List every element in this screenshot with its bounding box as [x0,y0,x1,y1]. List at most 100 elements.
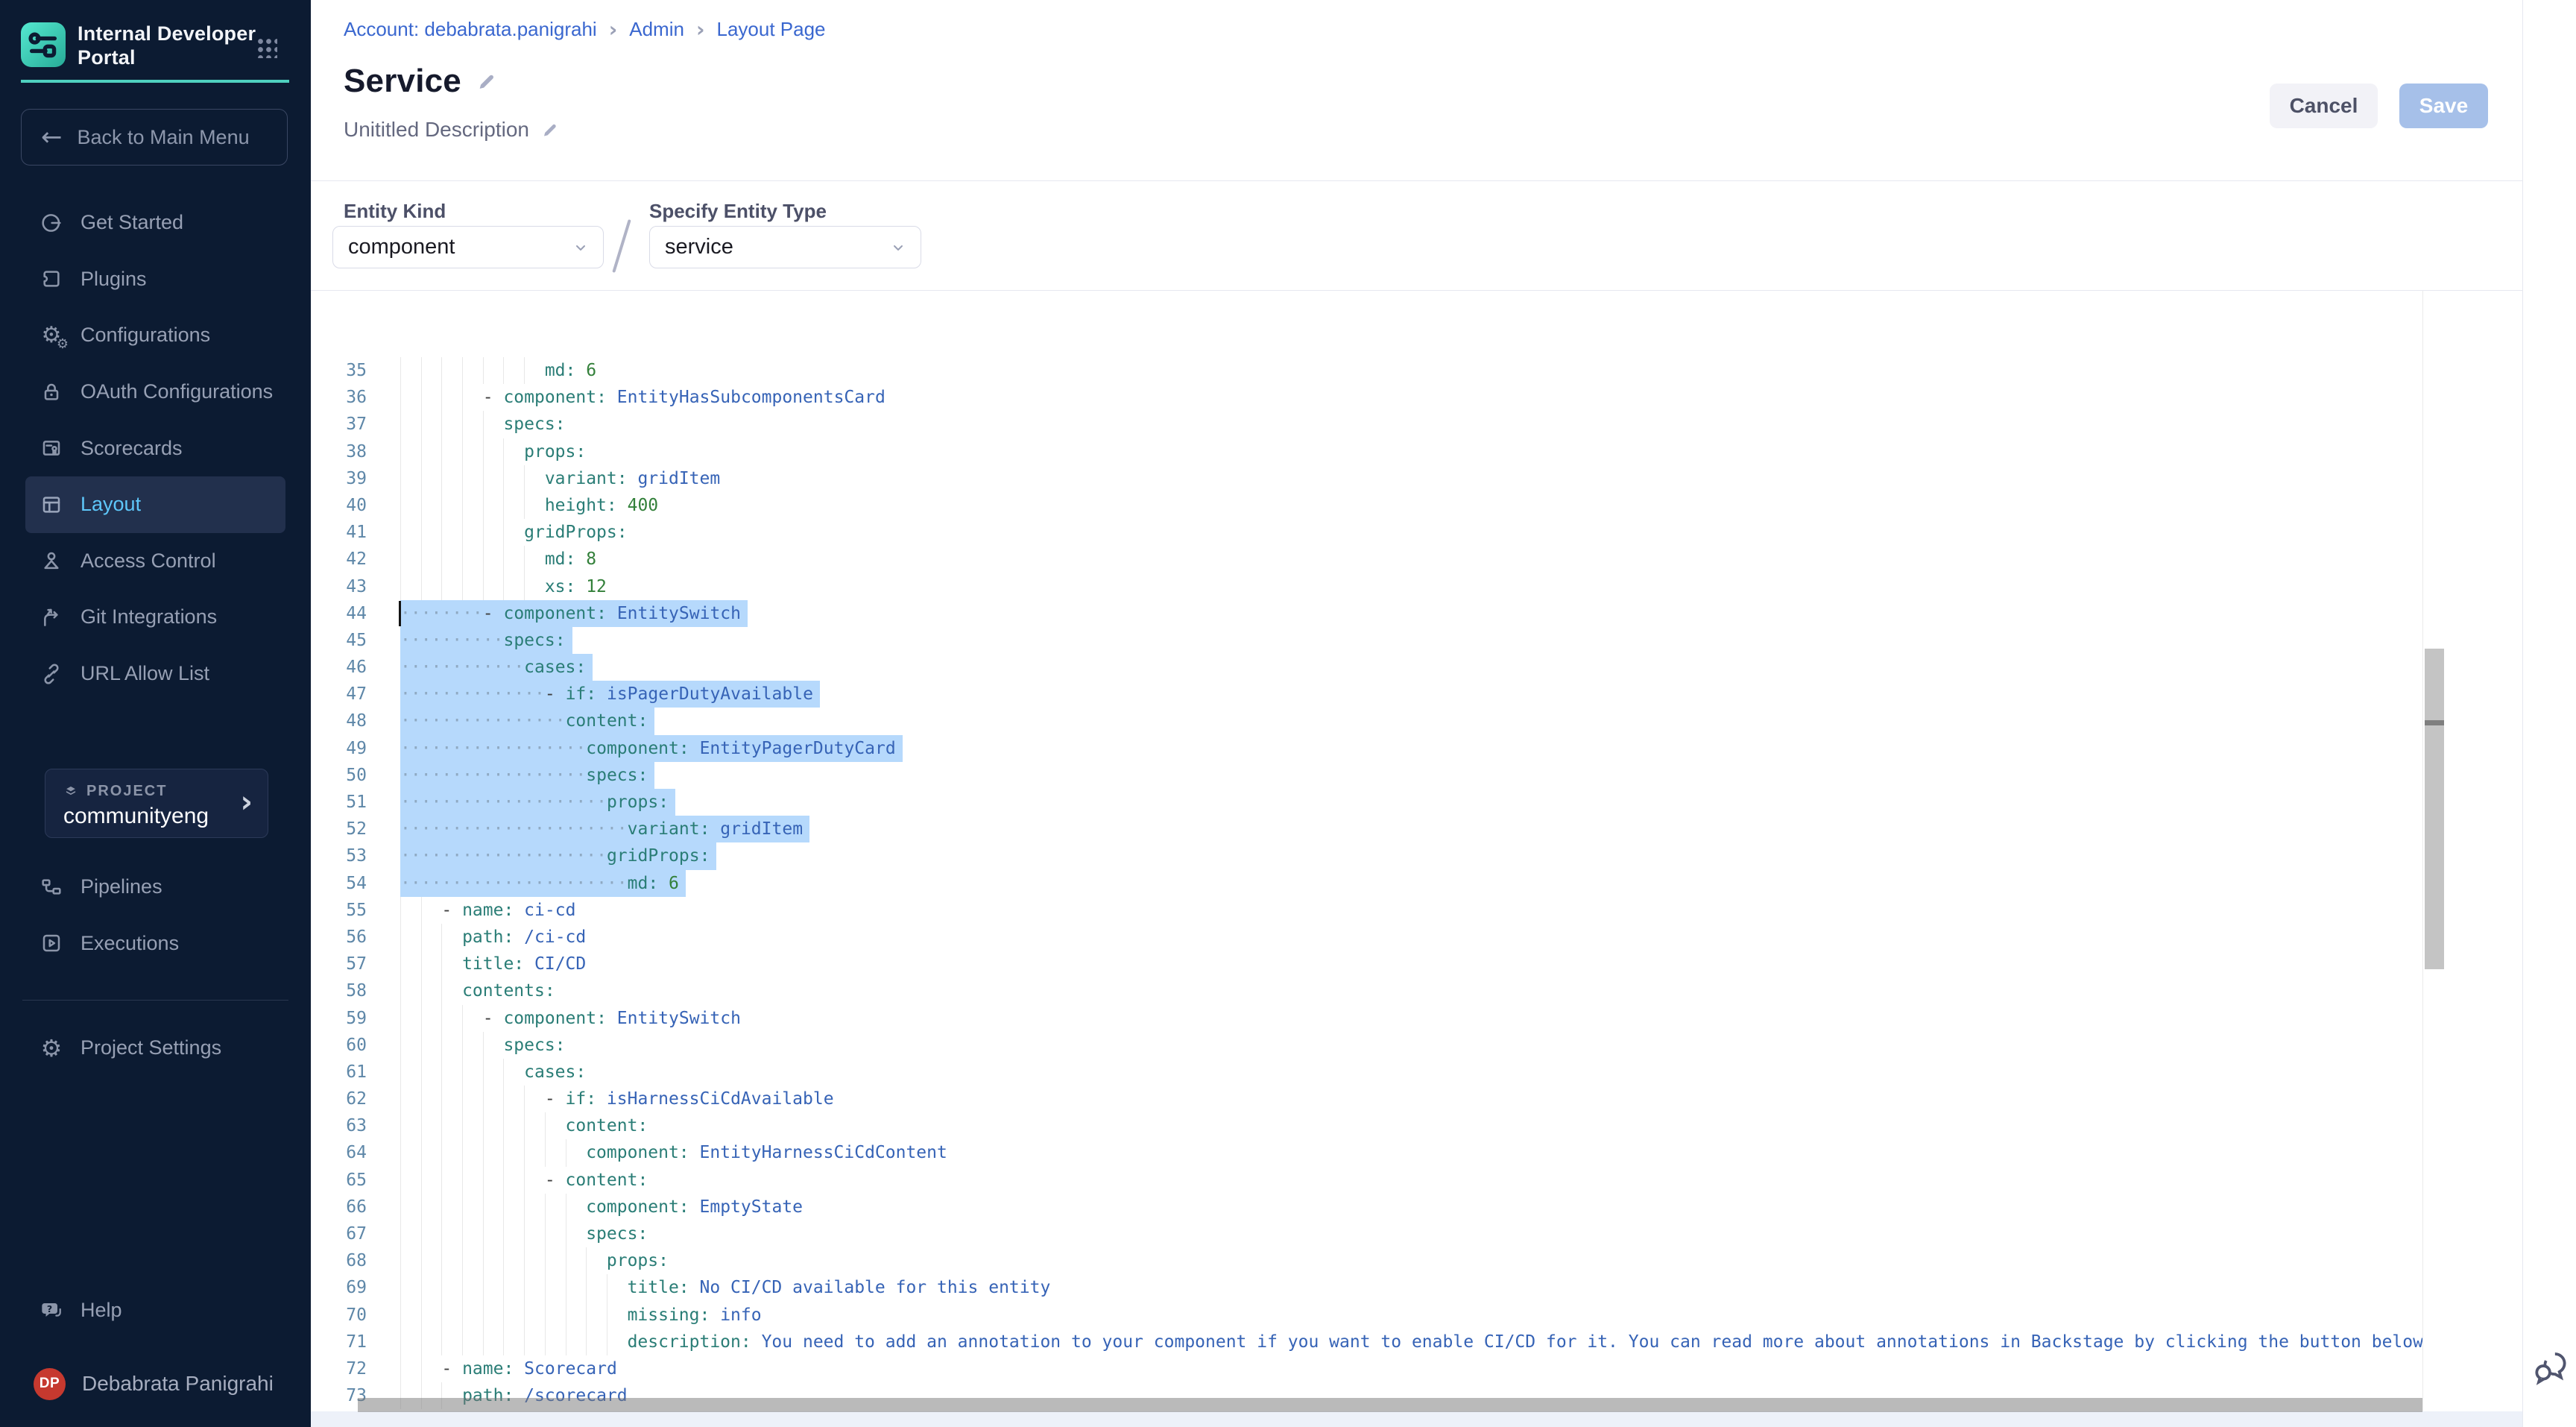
indent-guide [421,357,443,384]
entity-kind-select[interactable]: component [332,226,604,268]
back-to-main-menu[interactable]: ← Back to Main Menu [21,109,288,166]
code-line[interactable]: 67specs: [311,1220,2422,1247]
code-line[interactable]: 56path: /ci-cd [311,924,2422,951]
edit-title-icon[interactable] [476,71,497,92]
code-line[interactable]: 41gridProps: [311,519,2422,546]
sidebar-item-pipelines[interactable]: Pipelines [25,859,285,916]
code-line[interactable]: 64component: EntityHarnessCiCdContent [311,1139,2422,1166]
harness-idp-logo[interactable] [21,22,66,67]
indent-guide [421,546,443,573]
cancel-button[interactable]: Cancel [2270,84,2378,128]
editor-viewport: 35md: 636- component: EntityHasSubcompon… [311,291,2422,1411]
indent-guide [483,1194,505,1220]
code-line[interactable]: 59- component: EntitySwitch [311,1005,2422,1032]
code-line[interactable]: 52······················variant: gridIte… [311,816,2422,842]
indent-guide [566,1139,587,1166]
code-line[interactable]: 72- name: Scorecard [311,1355,2422,1382]
indent-guide [462,1302,484,1329]
entity-type-select[interactable]: service [649,226,921,268]
line-number: 64 [311,1139,367,1166]
code-line[interactable]: 45··········specs: [311,627,2422,654]
code-line[interactable]: 43xs: 12 [311,573,2422,600]
support-chat-icon[interactable] [2531,1348,2571,1388]
breadcrumb-link[interactable]: Layout Page [717,18,826,41]
code-line[interactable]: 55- name: ci-cd [311,897,2422,924]
yaml-key: missing: [628,1305,710,1325]
sidebar-item-git-integrations[interactable]: Git Integrations [25,589,285,646]
code-line[interactable]: 57title: CI/CD [311,951,2422,977]
code-line[interactable]: 51····················props: [311,789,2422,816]
sidebar-item-plugins[interactable]: Plugins [25,251,285,308]
sidebar-item-executions[interactable]: Executions [25,916,285,972]
code-line[interactable]: 47··············- if: isPagerDutyAvailab… [311,681,2422,708]
yaml-key: description: [628,1332,751,1352]
user-menu[interactable]: DP Debabrata Panigrahi [0,1355,311,1412]
horizontal-scrollbar[interactable] [358,1398,2422,1412]
code-text: props: [400,438,586,465]
code-line[interactable]: 53····················gridProps: [311,842,2422,869]
module-switcher-icon[interactable] [255,36,277,58]
edit-description-icon[interactable] [541,121,559,139]
indent-guide [503,438,525,465]
sidebar-item-configurations[interactable]: ⚙⚙Configurations [25,307,285,364]
indent-guide [462,1194,484,1220]
indent-guide [545,1112,566,1139]
project-selector-card[interactable]: PROJECT communityeng › [45,769,268,838]
indent-guide [462,1112,484,1139]
code-line[interactable]: 39variant: gridItem [311,465,2422,492]
code-line[interactable]: 38props: [311,438,2422,465]
code-line[interactable]: 58contents: [311,977,2422,1004]
project-name: communityeng [63,804,209,829]
code-line[interactable]: 62- if: isHarnessCiCdAvailable [311,1086,2422,1112]
breadcrumb-link[interactable]: Admin [629,18,684,41]
code-line[interactable]: 40height: 400 [311,492,2422,519]
code-line[interactable]: 42md: 8 [311,546,2422,573]
code-line[interactable]: 65- content: [311,1167,2422,1194]
indent-guide [586,1329,607,1355]
code-line[interactable]: 44········- component: EntitySwitch [311,600,2422,627]
code-line[interactable]: 35md: 6 [311,357,2422,384]
code-line[interactable]: 60specs: [311,1032,2422,1059]
sidebar-item-help[interactable]: ?Help [25,1282,285,1339]
yaml-editor[interactable]: 35md: 636- component: EntityHasSubcompon… [311,291,2522,1411]
code-line[interactable]: 36- component: EntityHasSubcomponentsCar… [311,384,2422,411]
code-line[interactable]: 69title: No CI/CD available for this ent… [311,1274,2422,1301]
code-line[interactable]: 70missing: info [311,1302,2422,1329]
indent-guide [441,1167,463,1194]
sidebar-item-scorecards[interactable]: Scorecards [25,420,285,476]
code-text-selected: ····················props: [400,789,675,816]
indent-guide [441,492,463,519]
yaml-value: isPagerDutyAvailable [596,684,813,704]
code-line[interactable]: 71description: You need to add an annota… [311,1329,2422,1355]
sidebar-item-access-control[interactable]: Access Control [25,533,285,590]
sidebar-item-project-settings[interactable]: ⚙Project Settings [25,1020,285,1077]
code-line[interactable]: 54······················md: 6 [311,870,2422,897]
code-text: specs: [400,411,566,438]
code-line[interactable]: 61cases: [311,1059,2422,1086]
save-button[interactable]: Save [2399,84,2488,128]
sidebar-item-label: Pipelines [80,875,162,898]
sidebar-item-layout[interactable]: Layout [25,476,285,533]
code-line[interactable]: 46············cases: [311,654,2422,681]
yaml-key: specs: [503,631,565,650]
code-line[interactable]: 66component: EmptyState [311,1194,2422,1220]
code-line[interactable]: 50··················specs: [311,762,2422,789]
code-line[interactable]: 68props: [311,1247,2422,1274]
indent-guide [483,357,505,384]
code-line[interactable]: 48················content: [311,708,2422,734]
code-line[interactable]: 49··················component: EntityPag… [311,735,2422,762]
indent-guide [483,546,505,573]
indent-guide [400,384,422,411]
sidebar-item-oauth-configurations[interactable]: OAuth Configurations [25,364,285,420]
vertical-scrollbar[interactable] [2425,649,2444,969]
indent-guide [483,1274,505,1301]
whitespace-dots: ···················· [400,793,607,812]
sidebar-item-url-allow-list[interactable]: URL Allow List [25,646,285,702]
indent-guide [503,1302,525,1329]
sidebar-item-get-started[interactable]: Get Started [25,195,285,251]
breadcrumb-link[interactable]: Account: debabrata.panigrahi [344,18,597,41]
app-title: Internal Developer Portal [78,22,256,69]
indent-guide [400,519,422,546]
code-line[interactable]: 63content: [311,1112,2422,1139]
code-line[interactable]: 37specs: [311,411,2422,438]
